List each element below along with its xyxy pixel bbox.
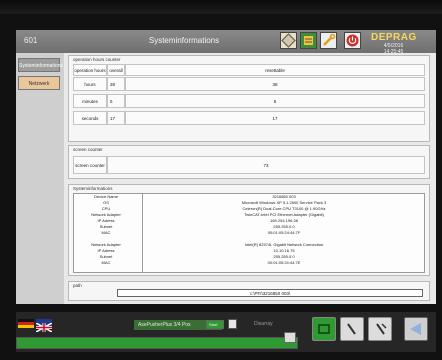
panel-title: Systeminformations: [73, 186, 113, 191]
table-cell: 17: [125, 111, 425, 125]
screw-left-button[interactable]: [340, 317, 364, 341]
progress-bar: [16, 337, 298, 349]
table-header: operation hours: [73, 64, 107, 76]
table-header: resettable: [125, 64, 425, 76]
wrench-icon: [323, 33, 336, 46]
panel-title: screen counter: [73, 147, 103, 152]
status-slider-handle[interactable]: [284, 332, 296, 343]
list-view-button[interactable]: [300, 32, 317, 49]
status-text: Disarray: [254, 321, 273, 327]
lock-icon: [228, 319, 237, 329]
counter-value: 73: [107, 156, 425, 174]
power-button[interactable]: [344, 32, 361, 49]
program-name: AsePusherPlus 3/4 Pos: [138, 322, 191, 328]
counter-label: screen counter: [73, 156, 107, 174]
table-cell: 5: [107, 94, 125, 108]
table-row-label: seconds: [73, 111, 107, 125]
home-button[interactable]: [280, 32, 297, 49]
brand-logo: DEPRAG 4/5/2016 14:25:45: [371, 32, 417, 55]
back-button[interactable]: [404, 317, 428, 341]
sidebar-item-label: Netzwerk: [28, 81, 50, 87]
diamond-icon: [281, 33, 296, 48]
logo-text: DEPRAG: [371, 32, 417, 43]
system-info-panel: Systeminformations Device Name 3216850 00…: [68, 184, 430, 276]
table-cell: 38: [107, 77, 125, 91]
table-row-label: minutes: [73, 94, 107, 108]
power-icon: [346, 34, 359, 47]
sidebar-item-systeminformations[interactable]: Systeminformations: [18, 58, 63, 72]
hmi-screen: 601 Systeminformations DEPRAG 4/5/2016 1…: [16, 30, 436, 304]
device-frame: 601 Systeminformations DEPRAG 4/5/2016 1…: [0, 0, 442, 360]
title-bar: 601 Systeminformations DEPRAG 4/5/2016 1…: [16, 30, 436, 55]
path-panel: path c:\PFI\3216850 003\: [68, 281, 430, 301]
screw-right-button[interactable]: [368, 317, 392, 341]
mode-indicator: Start: [206, 320, 224, 329]
top-bezel: [0, 0, 442, 14]
table-header: overall: [107, 64, 125, 76]
sidebar: Systeminformations Netzwerk: [16, 53, 64, 304]
screen-id: 601: [24, 36, 38, 45]
german-flag-icon[interactable]: [18, 319, 34, 328]
mode-label: Start: [209, 322, 218, 327]
operation-hours-panel: operation hours counter operation hours …: [68, 55, 430, 142]
screwdriver-icon: [376, 323, 387, 335]
sidebar-item-netzwerk[interactable]: Netzwerk: [18, 76, 60, 90]
list-icon: [304, 36, 313, 45]
uk-flag-icon[interactable]: [35, 319, 53, 333]
back-arrow-icon: [410, 323, 421, 335]
panel-title: operation hours counter: [73, 57, 121, 62]
sidebar-item-label: Systeminformations: [19, 63, 63, 69]
table-cell: 5: [125, 94, 425, 108]
bottom-bar: AsePusherPlus 3/4 Pos Start Disarray: [16, 312, 436, 352]
panel-title: path: [73, 283, 82, 288]
table-row: MAC 00:01:05:24:44:7E: [101, 260, 301, 265]
screen-counter-panel: screen counter screen counter 73: [68, 145, 430, 179]
page-title: Systeminformations: [148, 36, 220, 45]
table-cell: 17: [107, 111, 125, 125]
tools-button[interactable]: [320, 32, 337, 49]
screwdriver-icon: [347, 323, 356, 335]
table-cell: 38: [125, 77, 425, 91]
path-field: c:\PFI\3216850 003\: [117, 289, 423, 297]
loop-icon: [318, 324, 330, 334]
cycle-button[interactable]: [312, 317, 336, 341]
table-row-label: hours: [73, 77, 107, 91]
